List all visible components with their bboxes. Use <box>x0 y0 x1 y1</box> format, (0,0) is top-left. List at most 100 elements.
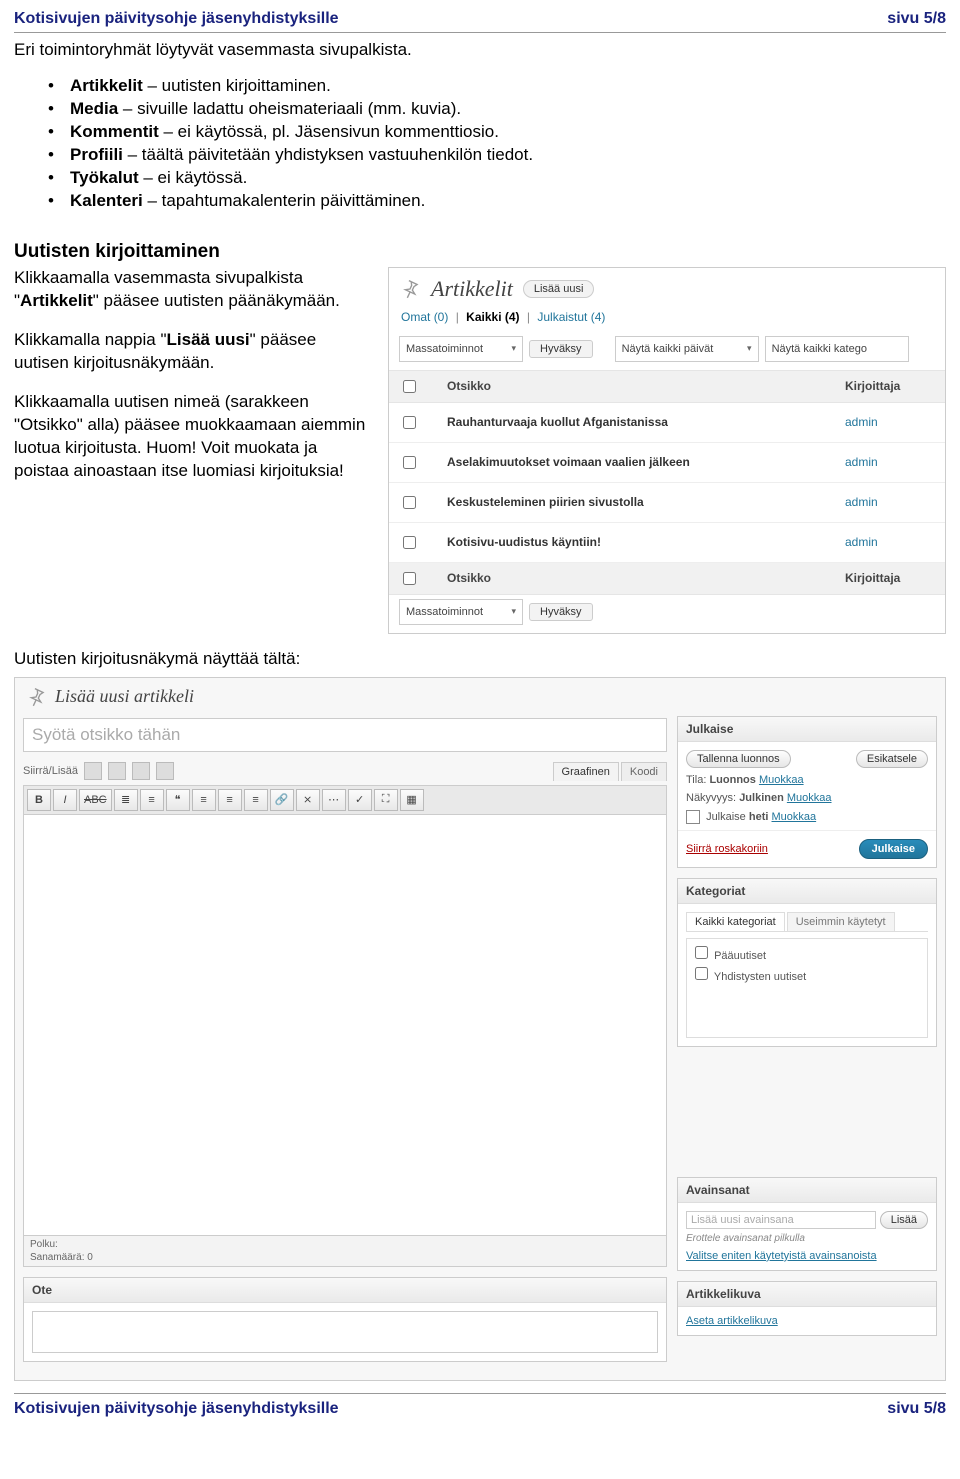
select-all-checkbox-footer[interactable] <box>403 572 416 585</box>
column-title-footer[interactable]: Otsikko <box>437 562 835 594</box>
category-checkbox[interactable] <box>695 946 708 959</box>
edit-visibility-link[interactable]: Muokkaa <box>787 792 832 804</box>
post-title-link[interactable]: Rauhanturvaaja kuollut Afganistanissa <box>447 415 668 429</box>
add-tag-button[interactable]: Lisää <box>880 1211 928 1229</box>
add-image-icon[interactable] <box>84 762 102 780</box>
post-title-link[interactable]: Keskusteleminen piirien sivustolla <box>447 495 644 509</box>
post-content-editor[interactable] <box>23 814 667 1236</box>
left-text-column: Klikkaamalla vasemmasta sivu­palkista "A… <box>14 267 374 499</box>
edit-schedule-link[interactable]: Muokkaa <box>772 811 817 823</box>
more-button[interactable]: ⋯ <box>322 789 346 811</box>
author-link[interactable]: admin <box>845 455 878 469</box>
category-item[interactable]: Yhdistysten uutiset <box>691 964 923 983</box>
publish-heading[interactable]: Julkaise <box>678 717 936 742</box>
calendar-icon <box>686 810 700 824</box>
strikethrough-button[interactable]: ABC <box>79 789 112 811</box>
category-filter-select[interactable]: Näytä kaikki katego <box>765 336 909 362</box>
italic-button[interactable]: I <box>53 789 77 811</box>
bulk-actions-select-bottom[interactable]: Massatoiminnot▾ <box>399 599 523 625</box>
move-to-trash-link[interactable]: Siirrä roskakoriin <box>686 843 768 855</box>
align-right-button[interactable]: ≡ <box>244 789 268 811</box>
editor-path: Polku: <box>30 1239 58 1250</box>
pin-icon <box>399 278 421 300</box>
add-media-icon[interactable] <box>156 762 174 780</box>
edit-status-link[interactable]: Muokkaa <box>759 774 804 786</box>
category-item[interactable]: Pääuutiset <box>691 943 923 962</box>
row-checkbox[interactable] <box>403 536 416 549</box>
kitchen-sink-button[interactable]: ▦ <box>400 789 424 811</box>
popular-tags-link[interactable]: Valitse eniten käytetyistä avainsanoista <box>686 1250 877 1262</box>
bulk-actions-select[interactable]: Massatoiminnot▾ <box>399 336 523 362</box>
categories-list: Pääuutiset Yhdistysten uutiset <box>686 938 928 1038</box>
categories-tab-all[interactable]: Kaikki kategoriat <box>686 912 785 931</box>
category-checkbox[interactable] <box>695 967 708 980</box>
preview-button[interactable]: Esikatsele <box>856 750 928 768</box>
author-link[interactable]: admin <box>845 535 878 549</box>
schedule-row: Julkaise heti Muokkaa <box>686 810 928 824</box>
author-link[interactable]: admin <box>845 495 878 509</box>
date-filter-select[interactable]: Näytä kaikki päivät▾ <box>615 336 759 362</box>
header-title: Kotisivujen päivitysohje jäsenyhdistyksi… <box>14 10 339 28</box>
filter-links: Omat (0) | Kaikki (4) | Julkaistut (4) <box>389 310 945 332</box>
table-row: Kotisivu-uudistus käyntiin! admin <box>389 522 945 562</box>
tags-hint: Erottele avainsanat pilkulla <box>686 1233 928 1244</box>
excerpt-textarea[interactable] <box>32 1311 658 1353</box>
numbered-list-button[interactable]: ≡ <box>140 789 164 811</box>
post-title-input[interactable]: Syötä otsikko tähän <box>23 718 667 752</box>
row-checkbox[interactable] <box>403 496 416 509</box>
author-link[interactable]: admin <box>845 415 878 429</box>
feature-list: Artikkelit – uutisten kirjoittaminen. Me… <box>48 76 946 211</box>
list-item: Media – sivuille ladattu oheismateriaali… <box>48 99 946 119</box>
spellcheck-button[interactable]: ✓ <box>348 789 372 811</box>
categories-tab-used[interactable]: Useimmin käytetyt <box>787 912 895 931</box>
panel-title: Artikkelit <box>431 276 513 302</box>
tag-input[interactable]: Lisää uusi avainsana <box>686 1211 876 1229</box>
tags-metabox: Avainsanat Lisää uusi avainsana Lisää Er… <box>677 1177 937 1271</box>
column-title[interactable]: Otsikko <box>437 370 835 402</box>
add-new-button[interactable]: Lisää uusi <box>523 280 595 298</box>
apply-button-bottom[interactable]: Hyväksy <box>529 603 593 621</box>
add-video-icon[interactable] <box>108 762 126 780</box>
row-checkbox[interactable] <box>403 416 416 429</box>
select-all-checkbox[interactable] <box>403 380 416 393</box>
bold-button[interactable]: B <box>27 789 51 811</box>
align-left-button[interactable]: ≡ <box>192 789 216 811</box>
apply-button[interactable]: Hyväksy <box>529 340 593 358</box>
column-author-footer[interactable]: Kirjoittaja <box>835 562 945 594</box>
tags-heading[interactable]: Avainsanat <box>678 1178 936 1203</box>
table-row: Aselakimuutokset voimaan vaalien jälkeen… <box>389 442 945 482</box>
filter-own[interactable]: Omat (0) <box>401 310 448 324</box>
publish-button[interactable]: Julkaise <box>859 839 928 859</box>
intro-text: Eri toimintoryhmät löytyvät vasemmasta s… <box>14 39 946 62</box>
filter-published[interactable]: Julkaistut (4) <box>537 310 605 324</box>
categories-heading[interactable]: Kategoriat <box>678 879 936 904</box>
post-title-link[interactable]: Aselakimuutokset voimaan vaalien jälkeen <box>447 455 690 469</box>
visual-tab[interactable]: Graafinen <box>553 762 619 781</box>
wp-editor-panel: Lisää uusi artikkeli Syötä otsikko tähän… <box>14 677 946 1381</box>
link-button[interactable]: 🔗 <box>270 789 294 811</box>
save-draft-button[interactable]: Tallenna luonnos <box>686 750 791 768</box>
list-item: Kalenteri – tapahtumakalenterin päivittä… <box>48 191 946 211</box>
editor-heading: Lisää uusi artikkeli <box>55 686 194 707</box>
table-row: Rauhanturvaaja kuollut Afganistanissa ad… <box>389 402 945 442</box>
bullet-list-button[interactable]: ≣ <box>114 789 138 811</box>
visibility-row: Näkyvyys: Julkinen Muokkaa <box>686 792 928 804</box>
html-tab[interactable]: Koodi <box>621 762 667 781</box>
set-featured-image-link[interactable]: Aseta artikkelikuva <box>686 1315 778 1327</box>
unlink-button[interactable]: ⨯ <box>296 789 320 811</box>
categories-metabox: Kategoriat Kaikki kategoriat Useimmin kä… <box>677 878 937 1047</box>
status-row: Tila: Luonnos Muokkaa <box>686 774 928 786</box>
list-item: Kommentit – ei käytössä, pl. Jäsensivun … <box>48 122 946 142</box>
column-author[interactable]: Kirjoittaja <box>835 370 945 402</box>
align-center-button[interactable]: ≡ <box>218 789 242 811</box>
row-checkbox[interactable] <box>403 456 416 469</box>
fullscreen-button[interactable]: ⛶ <box>374 789 398 811</box>
excerpt-heading[interactable]: Ote <box>24 1278 666 1303</box>
post-title-link[interactable]: Kotisivu-uudistus käyntiin! <box>447 535 601 549</box>
blockquote-button[interactable]: ❝ <box>166 789 190 811</box>
featured-image-heading[interactable]: Artikkelikuva <box>678 1282 936 1307</box>
filter-all[interactable]: Kaikki (4) <box>466 310 519 324</box>
list-item: Työkalut – ei käytössä. <box>48 168 946 188</box>
add-audio-icon[interactable] <box>132 762 150 780</box>
editor-status-bar: Polku: Sanamäärä: 0 <box>23 1236 667 1267</box>
